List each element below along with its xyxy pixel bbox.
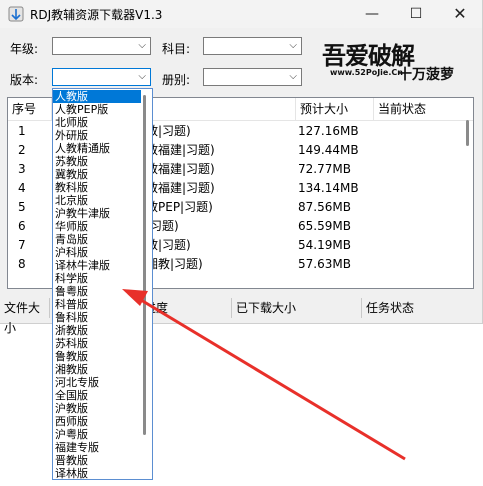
annotation-arrow-line — [135, 295, 406, 461]
annotation-arrow — [122, 289, 406, 461]
